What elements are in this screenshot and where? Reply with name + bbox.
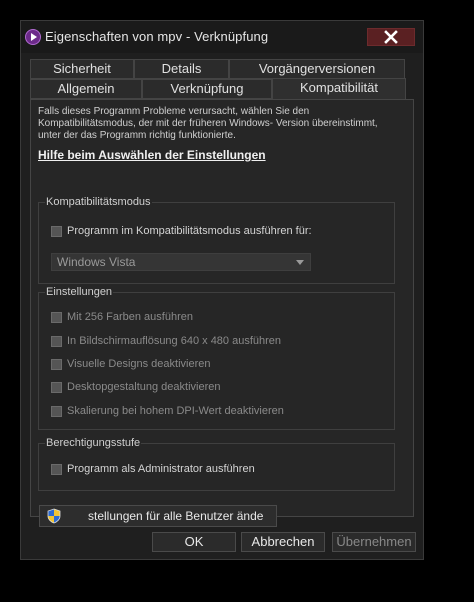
settings-group-label: Einstellungen: [45, 286, 114, 298]
setting-visual-designs-row[interactable]: Visuelle Designs deaktivieren: [51, 357, 211, 371]
tab-kompatibilitaet[interactable]: Kompatibilität: [272, 78, 406, 100]
change-settings-all-users-button[interactable]: stellungen für alle Benutzer ände: [39, 505, 277, 527]
compat-mode-checkbox-label: Programm im Kompatibilitätsmodus ausführ…: [67, 225, 312, 237]
properties-window: Eigenschaften von mpv - Verknüpfung Sich…: [20, 20, 424, 560]
setting-desktop-composition-checkbox[interactable]: [51, 381, 62, 393]
help-link[interactable]: Hilfe beim Auswählen der Einstellungen: [38, 148, 266, 162]
tab-allgemein[interactable]: Allgemein: [30, 79, 142, 99]
change-settings-all-users-label: stellungen für alle Benutzer ände: [88, 509, 264, 523]
compat-mode-row[interactable]: Programm im Kompatibilitätsmodus ausführ…: [51, 224, 312, 238]
setting-visual-designs-label: Visuelle Designs deaktivieren: [67, 358, 211, 370]
compat-mode-checkbox[interactable]: [51, 225, 62, 237]
tab-sicherheit[interactable]: Sicherheit: [30, 59, 134, 79]
setting-256-colors-checkbox[interactable]: [51, 311, 62, 323]
compatibility-panel: Falls dieses Programm Probleme verursach…: [30, 99, 414, 527]
title-bar[interactable]: Eigenschaften von mpv - Verknüpfung: [21, 21, 423, 53]
privilege-group: Berechtigungsstufe Programm als Administ…: [38, 437, 395, 491]
os-version-value: Windows Vista: [57, 255, 136, 269]
os-version-select[interactable]: Windows Vista: [51, 253, 311, 271]
run-as-admin-row[interactable]: Programm als Administrator ausführen: [51, 462, 255, 476]
tab-details[interactable]: Details: [134, 59, 229, 79]
compat-mode-group-label: Kompatibilitätsmodus: [45, 196, 152, 208]
close-button[interactable]: [367, 28, 415, 46]
cancel-button[interactable]: Abbrechen: [241, 532, 325, 552]
settings-group: Einstellungen Mit 256 Farben ausführen I…: [38, 286, 395, 430]
setting-640x480-checkbox[interactable]: [51, 335, 62, 347]
setting-640x480-row[interactable]: In Bildschirmauflösung 640 x 480 ausführ…: [51, 334, 281, 348]
setting-desktop-composition-row[interactable]: Desktopgestaltung deaktivieren: [51, 380, 220, 394]
mpv-icon: [25, 29, 41, 45]
setting-high-dpi-row[interactable]: Skalierung bei hohem DPI-Wert deaktivier…: [51, 404, 284, 418]
uac-shield-icon: [47, 508, 61, 524]
run-as-admin-checkbox[interactable]: [51, 463, 62, 475]
setting-desktop-composition-label: Desktopgestaltung deaktivieren: [67, 381, 221, 393]
window-title: Eigenschaften von mpv - Verknüpfung: [45, 29, 269, 44]
run-as-admin-label: Programm als Administrator ausführen: [67, 463, 255, 475]
compat-mode-group: Kompatibilitätsmodus Programm im Kompati…: [38, 196, 395, 284]
intro-text: Falls dieses Programm Probleme verursach…: [38, 106, 378, 141]
tab-vorgaengerversionen[interactable]: Vorgängerversionen: [229, 59, 405, 79]
tab-verknuepfung[interactable]: Verknüpfung: [142, 79, 272, 99]
setting-256-colors-row[interactable]: Mit 256 Farben ausführen: [51, 310, 193, 324]
privilege-group-label: Berechtigungsstufe: [45, 437, 142, 449]
setting-256-colors-label: Mit 256 Farben ausführen: [67, 311, 193, 323]
setting-high-dpi-label: Skalierung bei hohem DPI-Wert deaktivier…: [67, 405, 284, 417]
apply-button[interactable]: Übernehmen: [332, 532, 416, 552]
tab-strip: Sicherheit Details Vorgängerversionen Al…: [30, 59, 414, 100]
ok-button[interactable]: OK: [152, 532, 236, 552]
setting-high-dpi-checkbox[interactable]: [51, 405, 62, 417]
close-icon: [384, 30, 398, 44]
setting-640x480-label: In Bildschirmauflösung 640 x 480 ausführ…: [67, 335, 282, 347]
chevron-down-icon: [296, 260, 304, 265]
setting-visual-designs-checkbox[interactable]: [51, 358, 62, 370]
